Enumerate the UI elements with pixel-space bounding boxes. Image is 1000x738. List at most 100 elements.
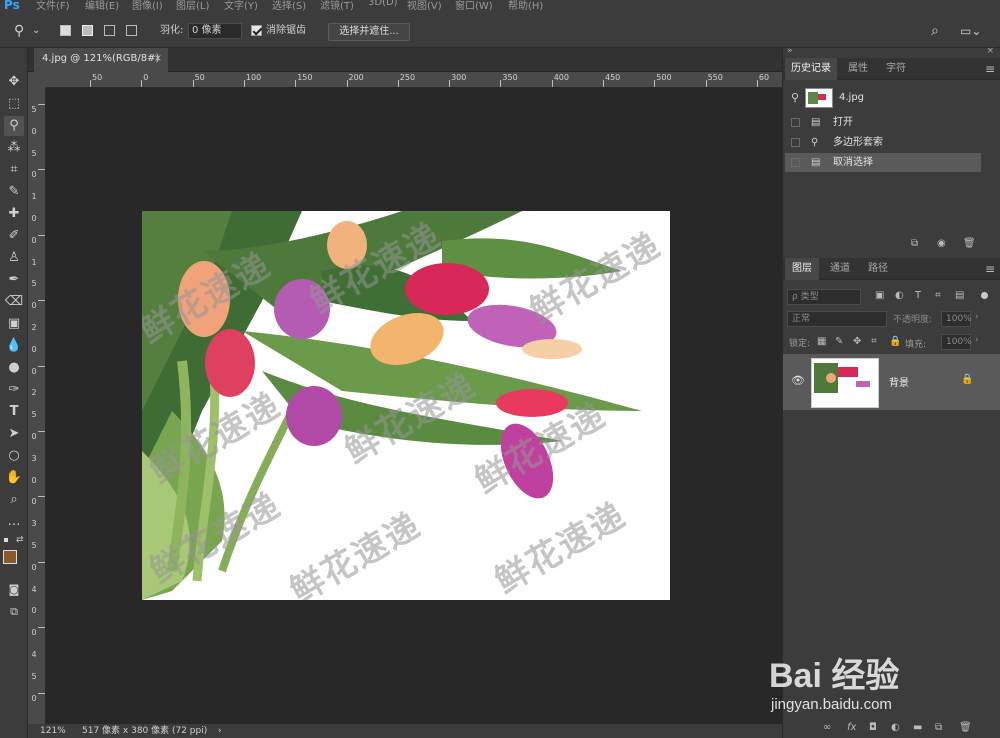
chevron-right-icon[interactable]: ›	[975, 312, 979, 322]
quick-mask-icon[interactable]: ◙	[4, 580, 24, 600]
chevron-down-icon[interactable]: ⌄	[32, 22, 40, 40]
camera-icon[interactable]: ◉	[937, 238, 946, 249]
tab-paths[interactable]: 路径	[861, 258, 895, 280]
tab-character[interactable]: 字符	[879, 58, 913, 80]
history-source-checkbox[interactable]	[791, 118, 800, 127]
menu-select[interactable]: 选择(S)	[272, 0, 306, 12]
brush-tool-icon[interactable]: ✐	[4, 226, 24, 246]
menu-help[interactable]: 帮助(H)	[508, 0, 543, 12]
intersect-selection-icon[interactable]	[126, 25, 137, 36]
ellipse-tool-icon[interactable]: ○	[4, 446, 24, 466]
menu-type[interactable]: 文字(Y)	[224, 0, 258, 12]
menu-file[interactable]: 文件(F)	[36, 0, 70, 12]
swap-colors-icon[interactable]: ⇄	[16, 535, 24, 545]
blend-mode-select[interactable]: 正常	[787, 311, 887, 327]
opacity-input[interactable]: 100%	[941, 311, 972, 327]
filter-adjustment-icon[interactable]: ◐	[895, 290, 904, 301]
blur-tool-icon[interactable]: 💧	[4, 336, 24, 356]
document-tab[interactable]: 4.jpg @ 121%(RGB/8#) ×	[34, 48, 168, 72]
filter-smart-object-icon[interactable]: ▤	[955, 290, 964, 301]
new-selection-icon[interactable]	[60, 25, 71, 36]
type-tool-icon[interactable]: T	[4, 402, 24, 422]
lock-artboard-icon[interactable]: ⌗	[871, 336, 877, 347]
history-brush-source-icon[interactable]: ⚲	[791, 85, 799, 111]
trash-icon[interactable]: 🗑	[959, 722, 972, 733]
history-snapshot[interactable]: ⚲ 4.jpg	[785, 85, 981, 111]
polygonal-lasso-icon[interactable]: ⚲	[14, 22, 24, 40]
close-icon[interactable]: ×	[154, 48, 162, 70]
close-panel-icon[interactable]: ×	[986, 46, 994, 56]
zoom-tool-icon[interactable]: ⌕	[4, 490, 24, 510]
filter-shape-icon[interactable]: ⌗	[935, 290, 941, 301]
history-item[interactable]: ⚲ 多边形套索	[785, 133, 981, 152]
layer-row[interactable]: 👁 背景 🔒	[783, 354, 1000, 410]
lock-position-icon[interactable]: ✥	[853, 336, 861, 347]
fill-input[interactable]: 100%	[941, 334, 972, 350]
history-source-checkbox[interactable]	[791, 158, 800, 167]
search-icon[interactable]: ⌕	[931, 22, 939, 40]
add-mask-icon[interactable]: ◘	[869, 722, 877, 733]
more-tools-icon[interactable]: …	[4, 512, 24, 532]
eyedropper-icon[interactable]: ✎	[4, 182, 24, 202]
layer-effects-icon[interactable]: fx	[847, 722, 856, 733]
move-tool-icon[interactable]: ✥	[4, 72, 24, 92]
foreground-color-swatch[interactable]	[3, 550, 17, 564]
pen-tool-icon[interactable]: ✑	[4, 380, 24, 400]
new-document-from-state-icon[interactable]: ⧉	[911, 238, 918, 249]
vertical-ruler[interactable]: 5 0 5 0 1 0 0 1 5 0 2 0 0 2 5 0 3 0 0 3 5 0 4 0 0 4 5 0	[28, 88, 46, 724]
menu-3d[interactable]: 3D(D)	[368, 0, 398, 8]
horizontal-ruler[interactable]: 50 0 50 100 150 200 250 300 350 400 450 500 550 60	[46, 72, 782, 88]
add-to-selection-icon[interactable]	[82, 25, 93, 36]
lock-transparency-icon[interactable]: ▦	[817, 336, 826, 347]
layer-kind-filter[interactable]: ρ 类型	[787, 289, 861, 305]
menu-edit[interactable]: 编辑(E)	[85, 0, 119, 12]
tab-properties[interactable]: 属性	[841, 58, 875, 80]
trash-icon[interactable]: 🗑	[963, 238, 976, 249]
gradient-tool-icon[interactable]: ▣	[4, 314, 24, 334]
chevron-right-icon[interactable]: ›	[218, 724, 222, 738]
screen-mode-icon[interactable]: ⧉	[4, 602, 24, 622]
zoom-level[interactable]: 121%	[40, 724, 66, 738]
new-layer-icon[interactable]: ⧉	[935, 722, 942, 733]
filter-type-icon[interactable]: T	[915, 290, 921, 301]
adjustment-layer-icon[interactable]: ◐	[891, 722, 900, 733]
menu-window[interactable]: 窗口(W)	[455, 0, 493, 12]
history-item-selected[interactable]: ▤ 取消选择	[785, 153, 981, 172]
document-image[interactable]: 鲜花速递 鲜花速递 鲜花速递 鲜花速递 鲜花速递 鲜花速递 鲜花速递 鲜花速递 …	[142, 211, 670, 600]
antialias-checkbox[interactable]	[251, 25, 262, 36]
history-source-checkbox[interactable]	[791, 138, 800, 147]
chevron-right-icon[interactable]: ›	[975, 335, 979, 345]
panel-menu-icon[interactable]: ≡	[985, 258, 995, 280]
lock-all-icon[interactable]: 🔒	[889, 336, 901, 347]
select-and-mask-button[interactable]: 选择并遮住...	[328, 23, 410, 41]
eraser-icon[interactable]: ⌫	[4, 292, 24, 312]
menu-layer[interactable]: 图层(L)	[176, 0, 209, 12]
default-colors-icon[interactable]	[4, 538, 8, 542]
crop-tool-icon[interactable]: ⌗	[4, 160, 24, 180]
collapse-panel-icon[interactable]: »	[787, 46, 793, 56]
history-item[interactable]: ▤ 打开	[785, 113, 981, 132]
lock-pixels-icon[interactable]: ✎	[835, 336, 843, 347]
workspace-icon[interactable]: ▭⌄	[960, 22, 981, 40]
filter-pixel-icon[interactable]: ▣	[875, 290, 884, 301]
path-selection-icon[interactable]: ➤	[4, 424, 24, 444]
tab-history[interactable]: 历史记录	[785, 58, 837, 80]
visibility-eye-icon[interactable]: 👁	[791, 374, 805, 387]
tab-layers[interactable]: 图层	[785, 258, 819, 280]
tab-channels[interactable]: 通道	[823, 258, 857, 280]
marquee-tool-icon[interactable]: ⬚	[4, 94, 24, 114]
filter-toggle-icon[interactable]	[981, 292, 988, 299]
clone-stamp-icon[interactable]: ♙	[4, 248, 24, 268]
menu-view[interactable]: 视图(V)	[407, 0, 442, 12]
menu-filter[interactable]: 滤镜(T)	[320, 0, 354, 12]
lasso-tool-icon[interactable]: ⚲	[4, 116, 24, 136]
healing-brush-icon[interactable]: ✚	[4, 204, 24, 224]
canvas-area[interactable]: 鲜花速递 鲜花速递 鲜花速递 鲜花速递 鲜花速递 鲜花速递 鲜花速递 鲜花速递 …	[46, 88, 782, 724]
hand-tool-icon[interactable]: ✋	[4, 468, 24, 488]
feather-input[interactable]: 0 像素	[188, 23, 242, 39]
link-layers-icon[interactable]: ∞	[823, 722, 831, 733]
new-group-icon[interactable]: ▬	[913, 722, 922, 733]
panel-menu-icon[interactable]: ≡	[985, 58, 995, 80]
dodge-tool-icon[interactable]: ●	[4, 358, 24, 378]
history-brush-icon[interactable]: ✒	[4, 270, 24, 290]
